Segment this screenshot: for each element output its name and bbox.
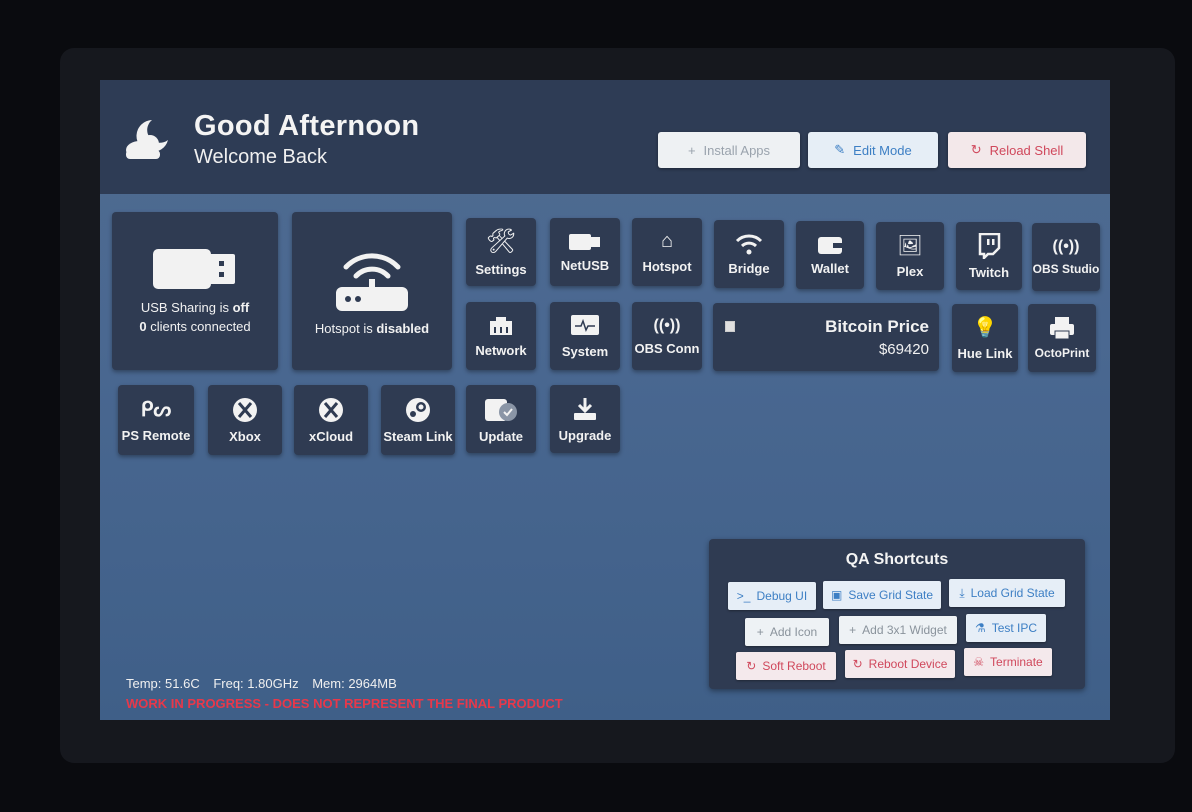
home-wifi-icon: ⌂: [660, 230, 674, 252]
update-icon: [485, 398, 517, 421]
app-update[interactable]: Update: [466, 385, 536, 453]
reload-icon: ↻: [852, 657, 863, 671]
tools-icon: 🛠: [485, 228, 517, 255]
reboot-device-button[interactable]: ↻ Reboot Device: [845, 650, 955, 678]
reload-shell-button[interactable]: ↻ Reload Shell: [948, 132, 1086, 168]
app-wallet[interactable]: Wallet: [796, 221, 864, 289]
hotspot-widget[interactable]: Hotspot is disabled: [292, 212, 452, 370]
monitor-icon: [571, 314, 599, 335]
hotspot-status: Hotspot is disabled: [314, 320, 430, 336]
app-network[interactable]: Network: [466, 302, 536, 370]
broadcast-icon: ((•)): [1052, 238, 1080, 255]
usb-sharing-widget[interactable]: USB Sharing is off 0 clients connected: [112, 212, 278, 370]
terminate-button[interactable]: ☠ Terminate: [964, 648, 1052, 676]
temp-readout: Temp: 51.6C: [126, 676, 200, 691]
wifi-icon: [735, 234, 763, 254]
debug-ui-button[interactable]: >_ Debug UI: [728, 582, 816, 610]
wallet-icon: [818, 236, 842, 254]
ethernet-icon: [490, 316, 512, 335]
app-obs-studio[interactable]: ((•)) OBS Studio: [1032, 223, 1100, 291]
image-gallery-icon: 🖼: [897, 235, 923, 257]
app-netusb[interactable]: NetUSB: [550, 218, 620, 286]
load-grid-state-button[interactable]: ⤓ Load Grid State: [949, 579, 1065, 607]
plus-icon: +: [849, 623, 857, 637]
bitcoin-price-widget[interactable]: Bitcoin Price $69420: [713, 303, 939, 371]
reload-icon: ↻: [746, 659, 757, 673]
usb-icon: [569, 233, 600, 250]
app-octoprint[interactable]: OctoPrint: [1028, 304, 1096, 372]
add-widget-button[interactable]: + Add 3x1 Widget: [839, 616, 957, 644]
app-bridge[interactable]: Bridge: [714, 220, 784, 288]
bitcoin-value: $69420: [878, 341, 929, 358]
header: Good Afternoon Welcome Back + Install Ap…: [100, 80, 1110, 194]
app-ps-remote[interactable]: ᑭᔕ PS Remote: [118, 385, 194, 455]
freq-readout: Freq: 1.80GHz: [213, 676, 299, 691]
install-apps-label: Install Apps: [703, 142, 771, 158]
download-icon: [574, 397, 596, 420]
mem-readout: Mem: 2964MB: [312, 676, 397, 691]
app-xcloud[interactable]: xCloud: [294, 385, 368, 455]
xbox-icon: [319, 397, 343, 422]
app-xbox[interactable]: Xbox: [208, 385, 282, 455]
app-hotspot[interactable]: ⌂ Hotspot: [632, 218, 702, 286]
soft-reboot-button[interactable]: ↻ Soft Reboot: [736, 652, 836, 680]
greeting-title: Good Afternoon: [194, 110, 420, 142]
app-settings[interactable]: 🛠 Settings: [466, 218, 536, 286]
download-icon: ⤓: [959, 585, 965, 600]
flask-icon: ⚗: [974, 621, 986, 635]
broken-image-icon: [725, 321, 735, 332]
plus-icon: +: [687, 142, 696, 158]
app-plex[interactable]: 🖼 Plex: [876, 222, 944, 290]
moon-cloud-icon: [122, 116, 178, 167]
app-twitch[interactable]: Twitch: [956, 222, 1022, 290]
edit-mode-label: Edit Mode: [853, 142, 912, 158]
save-grid-state-button[interactable]: ▣ Save Grid State: [823, 581, 941, 609]
test-ipc-button[interactable]: ⚗ Test IPC: [966, 614, 1046, 642]
qa-title: QA Shortcuts: [845, 551, 949, 568]
broadcast-icon: ((•)): [653, 316, 681, 334]
app-obs-conn[interactable]: ((•)) OBS Conn: [632, 302, 702, 370]
screen: Good Afternoon Welcome Back + Install Ap…: [100, 80, 1110, 720]
usb-stick-icon: [153, 249, 235, 289]
app-hue-link[interactable]: 💡 Hue Link: [952, 304, 1018, 372]
qa-shortcuts-panel: QA Shortcuts >_ Debug UI ▣ Save Grid Sta…: [709, 539, 1085, 689]
usb-status: USB Sharing is off 0 clients connected: [139, 300, 251, 334]
pencil-icon: ✎: [834, 142, 846, 157]
system-stats: Temp: 51.6C Freq: 1.80GHz Mem: 2964MB: [126, 676, 407, 691]
save-icon: ▣: [830, 588, 843, 602]
reload-shell-label: Reload Shell: [989, 142, 1064, 158]
twitch-icon: [978, 232, 1001, 259]
xbox-icon: [233, 397, 257, 422]
app-system[interactable]: System: [550, 302, 620, 370]
plus-icon: +: [756, 625, 764, 639]
playstation-icon: ᑭᔕ: [140, 399, 172, 421]
app-upgrade[interactable]: Upgrade: [550, 385, 620, 453]
app-steam-link[interactable]: Steam Link: [381, 385, 455, 455]
steam-icon: [406, 397, 430, 422]
greeting-subtitle: Welcome Back: [194, 146, 328, 168]
router-icon: [336, 252, 408, 311]
wip-warning: WORK IN PROGRESS - DOES NOT REPRESENT TH…: [126, 696, 563, 711]
terminal-icon: >_: [736, 589, 751, 603]
printer-icon: [1050, 317, 1074, 340]
reload-icon: ↻: [970, 142, 982, 157]
bitcoin-title: Bitcoin Price: [825, 317, 929, 336]
skull-icon: ☠: [973, 655, 985, 669]
lightbulb-icon: 💡: [972, 317, 998, 339]
install-apps-button[interactable]: + Install Apps: [658, 132, 800, 168]
edit-mode-button[interactable]: ✎ Edit Mode: [808, 132, 938, 168]
add-icon-button[interactable]: + Add Icon: [745, 618, 829, 646]
